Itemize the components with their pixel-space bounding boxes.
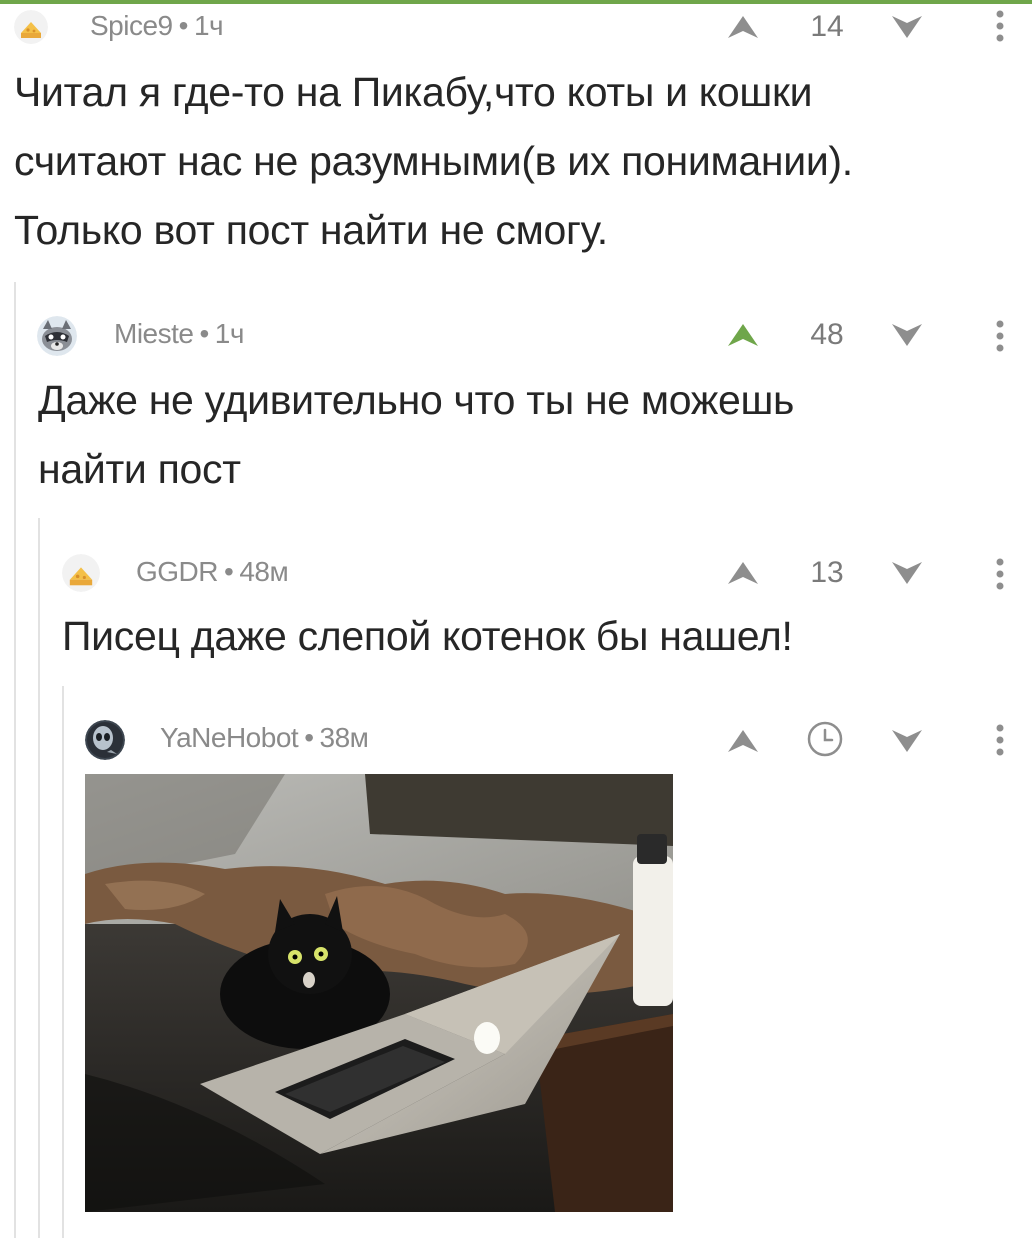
cat-with-laptop-photo[interactable] — [85, 774, 673, 1212]
comment-text-line: Читал я где-то на Пикабу,что коты и кошк… — [14, 69, 813, 115]
meta-separator: • — [224, 556, 234, 587]
comment-time: 1ч — [214, 318, 245, 349]
comment-text-line: Писец даже слепой котенок бы нашел! — [62, 613, 793, 659]
more-options-icon[interactable] — [994, 720, 1006, 760]
author-name[interactable]: Mieste — [114, 318, 194, 349]
raccoon-avatar-icon[interactable] — [37, 316, 77, 356]
comment-text-line: Даже не удивительно что ты не можешь — [38, 377, 795, 423]
comment-text-line: Только вот пост найти не смогу. — [14, 207, 608, 253]
comment-score: 48 — [810, 318, 844, 351]
comment-header: GGDR • 48м 13 — [0, 552, 1032, 592]
comment-meta: Mieste • 1ч — [114, 318, 244, 350]
author-name[interactable]: GGDR — [136, 556, 219, 587]
upvote-icon[interactable] — [726, 14, 760, 38]
comment-text-line: найти пост — [38, 446, 241, 492]
meta-separator: • — [178, 10, 189, 41]
upvote-icon[interactable] — [726, 560, 760, 584]
clock-icon — [806, 720, 844, 758]
comment-meta: YaNeHobot • 38м — [160, 722, 369, 754]
more-options-icon[interactable] — [994, 6, 1006, 46]
downvote-icon[interactable] — [890, 728, 924, 752]
comment-score: 14 — [810, 10, 844, 43]
comment-header: Spice9 • 1ч 14 — [0, 6, 1032, 46]
meta-separator: • — [304, 722, 314, 753]
upvote-icon[interactable] — [726, 728, 760, 752]
thread-line-level-1[interactable] — [14, 282, 16, 1238]
comment-score: 13 — [810, 556, 844, 589]
downvote-icon[interactable] — [890, 560, 924, 584]
comment-meta: GGDR • 48м — [136, 556, 289, 588]
comment-meta: Spice9 • 1ч — [90, 10, 224, 42]
more-options-icon[interactable] — [994, 554, 1006, 594]
cheese-avatar-icon[interactable] — [14, 10, 48, 44]
author-name[interactable]: YaNeHobot — [160, 722, 299, 753]
more-options-icon[interactable] — [994, 316, 1006, 356]
comment-header: YaNeHobot • 38м — [0, 720, 1032, 760]
comment-time: 38м — [319, 722, 369, 753]
upvote-icon-active[interactable] — [726, 322, 760, 346]
cheese-avatar-icon[interactable] — [62, 554, 100, 592]
top-accent-bar — [0, 0, 1032, 4]
comment-time: 48м — [239, 556, 289, 587]
comment-time: 1ч — [193, 10, 224, 41]
author-name[interactable]: Spice9 — [90, 10, 173, 41]
comment-text-line: считают нас не разумными(в их понимании)… — [14, 138, 853, 184]
comment-header: Mieste • 1ч 48 — [0, 316, 1032, 356]
meta-separator: • — [199, 318, 209, 349]
downvote-icon[interactable] — [890, 322, 924, 346]
alien-avatar-icon[interactable] — [85, 720, 125, 760]
thread-line-level-2[interactable] — [38, 518, 40, 1238]
thread-line-level-3[interactable] — [62, 686, 64, 1238]
downvote-icon[interactable] — [890, 14, 924, 38]
